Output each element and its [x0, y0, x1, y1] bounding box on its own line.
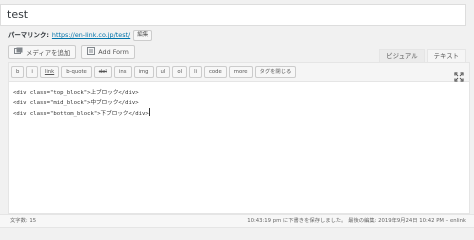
- qt-img-button[interactable]: img: [133, 66, 154, 78]
- qt-link-button[interactable]: link: [39, 66, 60, 78]
- qt-blockquote-button[interactable]: b-quote: [61, 66, 92, 78]
- content-line: <div class="bottom_block">下ブロック</div>: [13, 111, 149, 117]
- text-editor: b i link b-quote del ins img ul ol li co…: [8, 62, 470, 214]
- media-icon: [14, 47, 23, 57]
- editor-tabs: ビジュアル テキスト: [379, 49, 466, 63]
- content-line: <div class="top_block">上ブロック</div>: [13, 90, 139, 96]
- add-form-button[interactable]: Add Form: [81, 45, 135, 59]
- qt-more-button[interactable]: more: [228, 66, 253, 78]
- permalink-url-link[interactable]: https://en-link.co.jp/test/: [52, 28, 130, 42]
- word-count: 文字数: 15: [10, 218, 37, 224]
- fullscreen-icon[interactable]: [454, 67, 464, 82]
- qt-li-button[interactable]: li: [189, 66, 203, 78]
- media-buttons: メディアを追加 Add Form: [8, 45, 135, 59]
- text-caret: [148, 108, 150, 116]
- add-media-label: メディアを追加: [26, 48, 71, 57]
- content-textarea[interactable]: <div class="top_block">上ブロック</div> <div …: [9, 82, 469, 119]
- add-form-label: Add Form: [98, 48, 129, 56]
- form-icon: [87, 47, 96, 57]
- autosave-status: 10:43:19 pm に下書きを保存しました。 最後の編集: 2019年9月2…: [247, 218, 466, 224]
- tab-visual[interactable]: ビジュアル: [379, 49, 425, 62]
- qt-ins-button[interactable]: ins: [113, 66, 132, 78]
- content-line: <div class="mid_block">中ブロック</div>: [13, 100, 139, 106]
- qt-bold-button[interactable]: b: [11, 66, 25, 78]
- qt-italic-button[interactable]: i: [26, 66, 38, 78]
- add-media-button[interactable]: メディアを追加: [8, 45, 77, 59]
- quicktags-toolbar: b i link b-quote del ins img ul ol li co…: [9, 63, 469, 82]
- qt-del-button[interactable]: del: [93, 66, 112, 78]
- tab-text[interactable]: テキスト: [426, 49, 466, 62]
- qt-ol-button[interactable]: ol: [172, 66, 188, 78]
- post-title-input[interactable]: test: [0, 4, 466, 26]
- status-bar: 文字数: 15 10:43:19 pm に下書きを保存しました。 最後の編集: …: [0, 214, 474, 228]
- qt-ul-button[interactable]: ul: [155, 66, 171, 78]
- qt-close-tags-button[interactable]: タグを閉じる: [254, 66, 297, 78]
- permalink-bar: パーマリンク: https://en-link.co.jp/test/ 編集: [8, 28, 153, 42]
- qt-code-button[interactable]: code: [204, 66, 227, 78]
- permalink-edit-button[interactable]: 編集: [133, 29, 153, 41]
- permalink-label: パーマリンク:: [8, 31, 49, 39]
